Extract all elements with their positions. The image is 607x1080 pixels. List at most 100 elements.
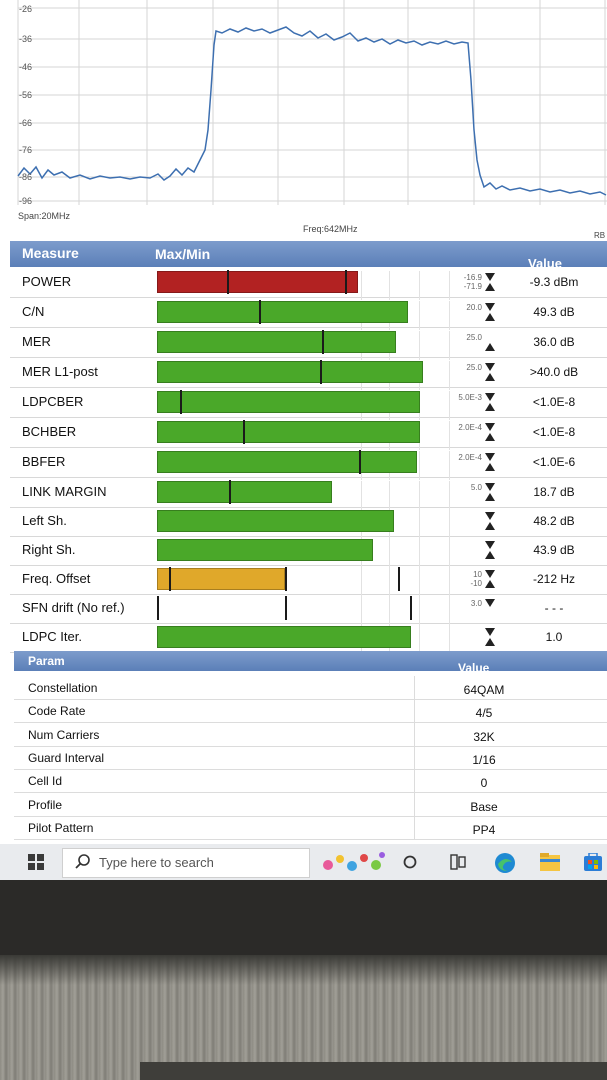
analyzer-screen: -26 -36 -46 -56 -66 -76 -86 -96 Span:20M… [0, 0, 607, 880]
param-name: Profile [28, 797, 63, 812]
param-row: Code Rate 4/5 [14, 699, 607, 724]
measure-name: Right Sh. [22, 542, 76, 557]
param-name: Pilot Pattern [28, 820, 94, 835]
measure-row: SFN drift (No ref.) 3.0 - - - [10, 594, 607, 626]
measure-name: MER [22, 334, 51, 349]
measure-value: <1.0E-6 [532, 455, 576, 469]
maxmin-marker [180, 390, 182, 414]
maxmin-marker [285, 567, 287, 591]
measure-bar [157, 568, 286, 590]
measure-row: BBFER 2.0E-4 <1.0E-6 [10, 448, 607, 480]
measure-row: LDPC Iter. 1.0 [10, 623, 607, 655]
measure-row: BCHBER 2.0E-4 <1.0E-8 [10, 418, 607, 450]
limit-low: 5.0 [470, 483, 482, 492]
measure-row: MER 25.0 36.0 dB [10, 328, 607, 360]
measure-bar [157, 421, 420, 443]
measure-bar-track [157, 390, 450, 420]
limit-high: -16.9 [463, 273, 482, 282]
taskbar-search-box[interactable]: Type here to search [62, 848, 310, 878]
measure-value: >40.0 dB [529, 365, 579, 379]
measure-value: -9.3 dBm [529, 275, 579, 289]
measure-limits: -16.9 -71.9 [448, 273, 482, 291]
measure-table-header: Measure Max/Min Value [10, 241, 607, 271]
measure-limits: 25.0 [448, 333, 482, 342]
measure-limits: 5.0 [448, 483, 482, 492]
desk-shadow [0, 955, 607, 985]
measure-name: LINK MARGIN [22, 484, 107, 499]
maxmin-marker [322, 330, 324, 354]
measure-limits: 2.0E-4 [448, 453, 482, 462]
limit-high: 10 [473, 570, 482, 579]
y-tick-label: -36 [19, 34, 33, 44]
measure-bar-track [157, 510, 450, 539]
measure-value: 36.0 dB [533, 335, 575, 349]
limit-arrows-icon[interactable] [484, 301, 496, 323]
limit-arrows-icon[interactable] [484, 331, 496, 353]
limit-arrows-icon[interactable] [484, 626, 496, 648]
param-value: 4/5 [475, 706, 493, 721]
y-tick-label: -96 [19, 196, 33, 206]
y-tick-label: -26 [19, 4, 33, 14]
limit-low: 5.0E-3 [458, 393, 482, 402]
measure-bar-track [157, 480, 450, 510]
limit-arrows-icon[interactable] [484, 481, 496, 503]
measure-bar [157, 626, 412, 648]
spectrum-trace [17, 26, 607, 196]
y-tick-label: -66 [19, 118, 33, 128]
maxmin-marker [345, 270, 347, 294]
limit-low: 2.0E-4 [458, 423, 482, 432]
param-name: Code Rate [28, 704, 86, 719]
limit-arrows-icon[interactable] [484, 568, 496, 590]
windows-start-icon[interactable] [28, 854, 44, 870]
limit-low: 3.0 [470, 599, 482, 608]
measure-name: BCHBER [22, 424, 77, 439]
file-explorer-icon[interactable] [540, 853, 560, 871]
limit-arrows-icon[interactable] [484, 510, 496, 532]
limit-arrows-icon[interactable] [484, 391, 496, 413]
measure-bar-track [157, 567, 450, 597]
param-row: Cell Id 0 [14, 769, 607, 794]
measure-bar [157, 510, 394, 532]
limit-arrows-icon[interactable] [484, 597, 496, 619]
cortana-icon[interactable] [403, 855, 417, 869]
edge-icon[interactable] [494, 852, 516, 874]
measure-bar [157, 331, 397, 353]
limit-arrows-icon[interactable] [484, 361, 496, 383]
measure-limits: 5.0E-3 [448, 393, 482, 402]
maxmin-marker [398, 567, 400, 591]
measure-value: 49.3 dB [533, 305, 575, 319]
measure-bar-track [157, 626, 450, 655]
param-name: Guard Interval [28, 750, 105, 765]
store-icon[interactable] [584, 853, 602, 871]
maxmin-marker [359, 450, 361, 474]
task-view-icon[interactable] [450, 854, 466, 870]
measure-limits: 20.0 [448, 303, 482, 312]
measure-value: 48.2 dB [533, 514, 575, 528]
maxmin-marker [285, 596, 287, 620]
measure-column-header: Measure [22, 245, 79, 261]
maxmin-marker [410, 596, 412, 620]
measure-name: SFN drift (No ref.) [22, 600, 125, 615]
measure-bar-track [157, 539, 450, 568]
param-row: Constellation 64QAM [14, 676, 607, 700]
rb-label: RB [594, 231, 606, 240]
measure-row: LDPCBER 5.0E-3 <1.0E-8 [10, 388, 607, 420]
measure-bar-track [157, 596, 450, 626]
maxmin-marker [229, 480, 231, 504]
param-value: PP4 [472, 822, 496, 837]
param-value: 0 [480, 776, 488, 791]
measure-value: <1.0E-8 [532, 395, 576, 409]
param-row: Guard Interval 1/16 [14, 745, 607, 770]
param-row: Num Carriers 32K [14, 722, 607, 747]
limit-arrows-icon[interactable] [484, 539, 496, 561]
measure-name: C/N [22, 304, 45, 319]
news-widget-icon[interactable] [318, 849, 388, 875]
limit-arrows-icon[interactable] [484, 271, 496, 293]
windows-taskbar: Type here to search [0, 844, 607, 880]
measure-bar [157, 451, 417, 473]
param-value: Base [470, 799, 498, 814]
measure-bar-track [157, 450, 450, 480]
limit-arrows-icon[interactable] [484, 451, 496, 473]
measure-row: MER L1-post 25.0 >40.0 dB [10, 358, 607, 390]
limit-arrows-icon[interactable] [484, 421, 496, 443]
